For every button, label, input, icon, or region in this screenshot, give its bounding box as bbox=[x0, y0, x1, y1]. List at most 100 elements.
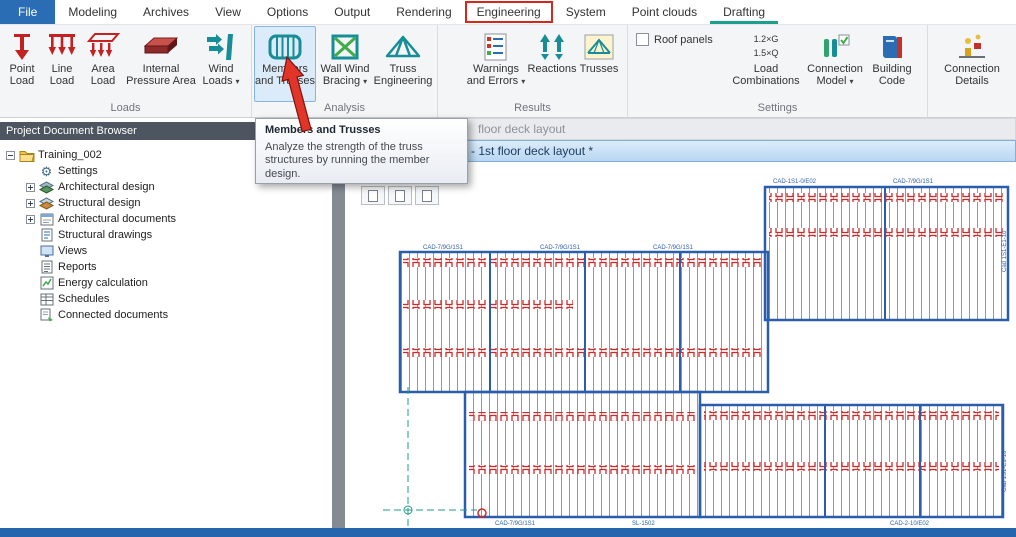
building-code-label: Building Code bbox=[867, 63, 917, 88]
expander-plus-icon[interactable] bbox=[26, 183, 35, 192]
floor-plan-drawing[interactable]: CAD-7/9G/1S1 CAD-7/9G/1S1 CAD-7/9G/1S1 C… bbox=[345, 162, 1016, 528]
tab-options[interactable]: Options bbox=[254, 0, 321, 24]
tree-item-structural-drawings[interactable]: Structural drawings bbox=[0, 227, 330, 243]
dropdown-caret-icon: ▾ bbox=[521, 77, 525, 86]
tree-item-label: Energy calculation bbox=[58, 277, 148, 289]
roof-panels-checkbox[interactable] bbox=[636, 33, 649, 46]
application-window: File Modeling Archives View Options Outp… bbox=[0, 0, 1016, 537]
tab-point-clouds[interactable]: Point clouds bbox=[619, 0, 710, 24]
connection-model-button[interactable]: Connection Model ▾ bbox=[804, 26, 866, 102]
line-load-icon bbox=[47, 30, 77, 63]
taskbar-strip bbox=[0, 528, 1016, 537]
gear-glyph: ⚙ bbox=[41, 165, 53, 178]
load-combinations-icon: 1.2×G 1.5×Q bbox=[754, 30, 779, 63]
connection-model-label: Connection Model ▾ bbox=[805, 63, 865, 88]
tree-item-label: Views bbox=[58, 245, 87, 257]
sheet-icon bbox=[395, 190, 405, 202]
tab-output[interactable]: Output bbox=[321, 0, 383, 24]
sheet-icon bbox=[422, 190, 432, 202]
tree-item-label: Connected documents bbox=[58, 309, 168, 321]
cad-label: CAD-2-10/E02 bbox=[890, 521, 930, 527]
ribbon-group-loads: Point Load Line Load Area Load bbox=[0, 25, 252, 117]
panel-splitter[interactable] bbox=[332, 140, 345, 528]
expander-plus-icon[interactable] bbox=[26, 215, 35, 224]
tree-item-label: Settings bbox=[58, 165, 98, 177]
reports-icon bbox=[38, 260, 55, 274]
sheet-button[interactable] bbox=[415, 186, 439, 205]
cad-label: CAD-7/9G/1S1 bbox=[423, 245, 464, 251]
truss-engineering-icon bbox=[385, 30, 421, 63]
tree-item-connected-documents[interactable]: Connected documents bbox=[0, 307, 330, 323]
point-load-button[interactable]: Point Load bbox=[2, 26, 42, 102]
tree-item-architectural-documents[interactable]: Architectural documents bbox=[0, 211, 330, 227]
dropdown-caret-icon: ▾ bbox=[850, 77, 854, 86]
internal-pressure-area-label: Internal Pressure Area bbox=[125, 63, 197, 88]
connection-details-icon bbox=[957, 30, 987, 63]
tab-view[interactable]: View bbox=[202, 0, 254, 24]
combo-top-text: 1.2×G bbox=[754, 34, 779, 44]
tab-rendering[interactable]: Rendering bbox=[383, 0, 464, 24]
line-load-button[interactable]: Line Load bbox=[42, 26, 82, 102]
tab-file[interactable]: File bbox=[0, 0, 55, 24]
dropdown-caret-icon: ▾ bbox=[363, 77, 367, 86]
wind-loads-label: Wind Loads ▾ bbox=[199, 63, 243, 88]
wall-wind-bracing-icon bbox=[331, 30, 359, 63]
ribbon: Point Load Line Load Area Load bbox=[0, 25, 1016, 118]
architectural-documents-icon bbox=[38, 212, 55, 226]
callout-arrow-icon bbox=[272, 55, 322, 145]
tree-item-label: Architectural design bbox=[58, 181, 155, 193]
tree-item-views[interactable]: Views bbox=[0, 243, 330, 259]
line-load-label: Line Load bbox=[43, 63, 81, 88]
tab-modeling[interactable]: Modeling bbox=[55, 0, 130, 24]
sheet-icon bbox=[368, 190, 378, 202]
wall-wind-bracing-button[interactable]: Wall Wind Bracing ▾ bbox=[316, 26, 374, 102]
cad-label: CAD-7/9G/1S1 bbox=[495, 521, 536, 527]
load-combinations-button[interactable]: 1.2×G1.5×Q Load Combinations bbox=[728, 26, 804, 102]
trusses-button[interactable]: Trusses bbox=[576, 26, 622, 102]
tree-item-label: Schedules bbox=[58, 293, 109, 305]
tree-item-label: Training_002 bbox=[38, 149, 102, 161]
building-code-button[interactable]: Building Code bbox=[866, 26, 918, 102]
tab-archives[interactable]: Archives bbox=[130, 0, 202, 24]
schedules-icon bbox=[38, 292, 55, 306]
cad-label: CAD-7/9G/1S1 bbox=[540, 245, 581, 251]
tab-system[interactable]: System bbox=[553, 0, 619, 24]
cad-label: SL-1502 bbox=[632, 521, 655, 527]
tree-item-energy-calculation[interactable]: Energy calculation bbox=[0, 275, 330, 291]
roof-panels-checkbox-row[interactable]: Roof panels bbox=[636, 33, 728, 46]
tree-item-schedules[interactable]: Schedules bbox=[0, 291, 330, 307]
sheet-button[interactable] bbox=[361, 186, 385, 205]
inactive-document-title: floor deck layout bbox=[478, 122, 565, 136]
truss-engineering-label: Truss Engineering bbox=[374, 63, 433, 88]
building-code-icon bbox=[879, 30, 905, 63]
warnings-and-errors-button[interactable]: Warnings and Errors ▾ bbox=[464, 26, 528, 102]
tree-item-label: Structural drawings bbox=[58, 229, 152, 241]
cad-label: CAD-7/9G/1S1 bbox=[893, 179, 934, 185]
tab-drafting[interactable]: Drafting bbox=[710, 0, 778, 24]
sheet-button[interactable] bbox=[388, 186, 412, 205]
wind-loads-button[interactable]: Wind Loads ▾ bbox=[198, 26, 244, 102]
combo-bottom-text: 1.5×Q bbox=[754, 48, 779, 58]
ribbon-tab-bar: File Modeling Archives View Options Outp… bbox=[0, 0, 1016, 25]
connection-model-icon bbox=[820, 30, 850, 63]
ribbon-group-settings: Roof panels 1.2×G1.5×Q Load Combinations… bbox=[628, 25, 928, 117]
warnings-and-errors-icon bbox=[484, 30, 508, 63]
cad-label: CAD-7/9G/1S1 bbox=[653, 245, 694, 251]
truss-engineering-button[interactable]: Truss Engineering bbox=[374, 26, 432, 102]
expander-minus-icon[interactable] bbox=[6, 151, 15, 160]
roof-panels-label: Roof panels bbox=[654, 34, 713, 46]
structural-drawings-icon bbox=[38, 228, 55, 242]
connected-documents-icon bbox=[38, 308, 55, 322]
tree-item-structural-design[interactable]: Structural design bbox=[0, 195, 330, 211]
tree-item-reports[interactable]: Reports bbox=[0, 259, 330, 275]
tab-engineering[interactable]: Engineering bbox=[465, 1, 553, 23]
internal-pressure-area-button[interactable]: Internal Pressure Area bbox=[124, 26, 198, 102]
expander-plus-icon[interactable] bbox=[26, 199, 35, 208]
connection-details-button[interactable]: Connection Details bbox=[931, 26, 1013, 102]
views-icon bbox=[38, 244, 55, 258]
area-load-button[interactable]: Area Load bbox=[82, 26, 124, 102]
cad-label: Cad 1S1-E1-10 bbox=[1002, 450, 1008, 492]
drawing-canvas[interactable]: CAD-7/9G/1S1 CAD-7/9G/1S1 CAD-7/9G/1S1 C… bbox=[345, 162, 1016, 528]
reactions-button[interactable]: Reactions bbox=[528, 26, 576, 102]
tree-item-label: Reports bbox=[58, 261, 97, 273]
